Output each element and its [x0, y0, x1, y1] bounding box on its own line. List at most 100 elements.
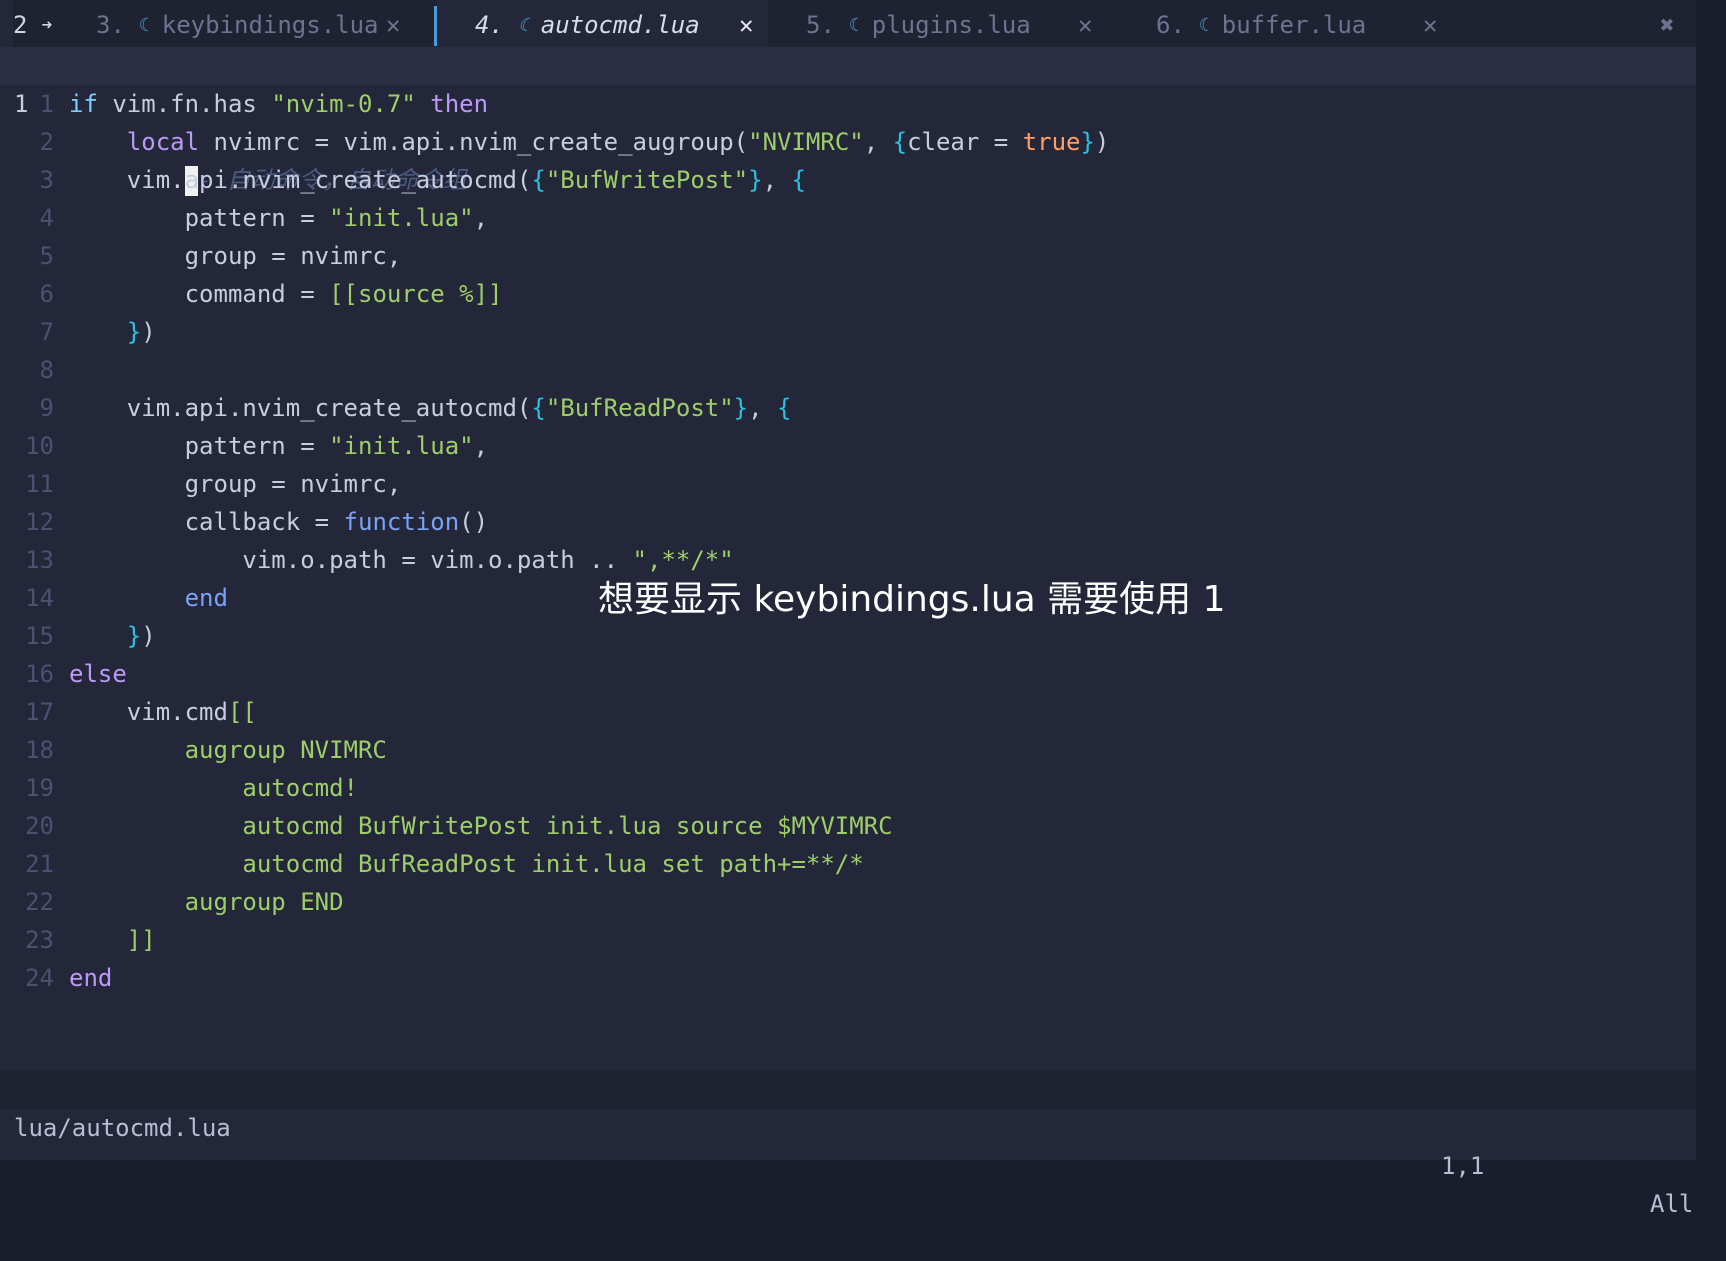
close-icon[interactable]: ✕	[1078, 11, 1092, 39]
status-line: lua/autocmd.lua 1,1 All	[0, 1071, 1696, 1218]
code-text: autocmd BufWritePost init.lua source $MY…	[69, 807, 892, 845]
close-icon[interactable]: ✕	[386, 11, 400, 39]
code-token: }	[126, 318, 142, 346]
code-text: local nvimrc = vim.api.nvim_create_augro…	[69, 123, 1110, 161]
line-number: 6	[39, 280, 54, 308]
code-token: [[source %]]	[329, 280, 503, 308]
line-number: 13	[25, 546, 54, 574]
code-token: "init.lua"	[329, 432, 474, 460]
code-line[interactable]: 16 else	[0, 655, 1696, 693]
status-cursor-position: 1,1	[1441, 1152, 1485, 1180]
code-token: function	[343, 508, 460, 536]
code-line[interactable]: 17 vim.cmd[[	[0, 693, 1696, 731]
tab-autocmd[interactable]: 4. ☾ autocmd.lua ✕	[437, 0, 768, 50]
line-number: 19	[25, 774, 54, 802]
close-icon[interactable]: ✕	[1423, 11, 1437, 39]
tab-index: 3.	[96, 11, 125, 39]
code-line[interactable]: 10 pattern = "init.lua",	[0, 427, 1696, 465]
code-token: ,	[863, 128, 893, 156]
code-token: }	[733, 394, 749, 422]
code-token: }	[1080, 128, 1095, 156]
code-token: }	[748, 166, 763, 194]
code-token: ,	[748, 394, 778, 422]
code-line[interactable]: 24 end	[0, 959, 1696, 997]
tab-index: 5.	[806, 11, 835, 39]
line-number: 18	[25, 736, 54, 764]
code-line[interactable]: 1 if vim.fn.has "nvim-0.7" then	[0, 85, 1696, 123]
code-token: [[	[227, 698, 257, 726]
code-text: autocmd!	[69, 769, 358, 807]
code-token: end	[69, 964, 113, 992]
tab-count: 2 ➜	[13, 0, 83, 50]
code-line[interactable]: 3 vim.api.nvim_create_autocmd({"BufWrite…	[0, 161, 1696, 199]
code-token: pattern =	[69, 204, 330, 232]
moon-icon: ☾	[138, 14, 150, 36]
tab-plugins[interactable]: 5. ☾ plugins.lua ✕	[768, 0, 1118, 50]
close-all-icon[interactable]: ✖	[1660, 0, 1674, 50]
line-number: 21	[25, 850, 54, 878]
key-hint-overlay: 想要显示 keybindings.lua 需要使用 1	[598, 579, 1226, 620]
code-line[interactable]: 4 pattern = "init.lua",	[0, 199, 1696, 237]
code-text: else	[69, 655, 127, 693]
tab-keybindings[interactable]: 3. ☾ keybindings.lua ✕	[86, 0, 431, 50]
code-text: group = nvimrc,	[69, 465, 402, 503]
line-number: 11	[25, 470, 54, 498]
line-number: 23	[25, 926, 54, 954]
code-token: )	[141, 318, 156, 346]
code-text: command = [[source %]]	[69, 275, 503, 313]
code-line[interactable]: 19 autocmd!	[0, 769, 1696, 807]
code-token: {	[531, 166, 546, 194]
code-token: augroup END	[69, 888, 344, 916]
line-number: 14	[25, 584, 54, 612]
code-line[interactable]: 18 augroup NVIMRC	[0, 731, 1696, 769]
code-token: else	[69, 660, 127, 688]
close-icon[interactable]: ✕	[739, 11, 753, 39]
code-line[interactable]: 22 augroup END	[0, 883, 1696, 921]
code-line[interactable]: 21 autocmd BufReadPost init.lua set path…	[0, 845, 1696, 883]
code-text: callback = function()	[69, 503, 488, 541]
code-token: vim.api.nvim_create_autocmd(	[69, 394, 532, 422]
code-text: end	[69, 959, 112, 997]
line-number: 10	[25, 432, 54, 460]
code-line[interactable]: 12 callback = function()	[0, 503, 1696, 541]
line-number: 15	[25, 622, 54, 650]
current-line[interactable]: 1 - 自动命令，自动命令组	[0, 47, 1696, 196]
tab-buffer[interactable]: 6. ☾ buffer.lua ✕	[1118, 0, 1451, 50]
line-number: 16	[25, 660, 54, 688]
line-number: 2	[39, 128, 54, 156]
code-token: vim.cmd	[69, 698, 228, 726]
code-token: vim.api.nvim_create_autocmd(	[69, 166, 532, 194]
code-token: pattern =	[69, 432, 330, 460]
code-line[interactable]: 6 command = [[source %]]	[0, 275, 1696, 313]
line-number: 12	[25, 508, 54, 536]
code-line[interactable]: 7 })	[0, 313, 1696, 351]
line-number: 9	[39, 394, 54, 422]
code-text: if vim.fn.has "nvim-0.7" then	[69, 85, 488, 123]
code-text: augroup END	[69, 883, 344, 921]
code-editor[interactable]: 1 - 自动命令，自动命令组 1 if vim.fn.has "nvim-0.7"…	[0, 47, 1696, 997]
moon-icon: ☾	[517, 14, 529, 36]
code-line[interactable]: 8	[0, 351, 1696, 389]
code-token: group = nvimrc,	[69, 470, 402, 498]
code-token: {	[531, 394, 546, 422]
code-line[interactable]: 11 group = nvimrc,	[0, 465, 1696, 503]
code-token: if	[69, 90, 113, 118]
line-number: 5	[39, 242, 54, 270]
tab-label: plugins.lua	[871, 11, 1031, 39]
code-line[interactable]: 9 vim.api.nvim_create_autocmd({"BufReadP…	[0, 389, 1696, 427]
code-token: "BufWritePost"	[545, 166, 749, 194]
code-line[interactable]: 23 ]]	[0, 921, 1696, 959]
tab-label: keybindings.lua	[161, 11, 379, 39]
code-token: ,	[762, 166, 792, 194]
status-file-path: lua/autocmd.lua	[14, 1114, 231, 1142]
code-text: vim.cmd[[	[69, 693, 257, 731]
code-line[interactable]: 5 group = nvimrc,	[0, 237, 1696, 275]
code-token: ,	[473, 204, 489, 232]
code-token: "NVIMRC"	[748, 128, 864, 156]
code-line[interactable]: 2 local nvimrc = vim.api.nvim_create_aug…	[0, 123, 1696, 161]
code-token: vim.o.path = vim.o.path ..	[69, 546, 633, 574]
code-text: end	[69, 579, 228, 617]
code-line[interactable]: 20 autocmd BufWritePost init.lua source …	[0, 807, 1696, 845]
